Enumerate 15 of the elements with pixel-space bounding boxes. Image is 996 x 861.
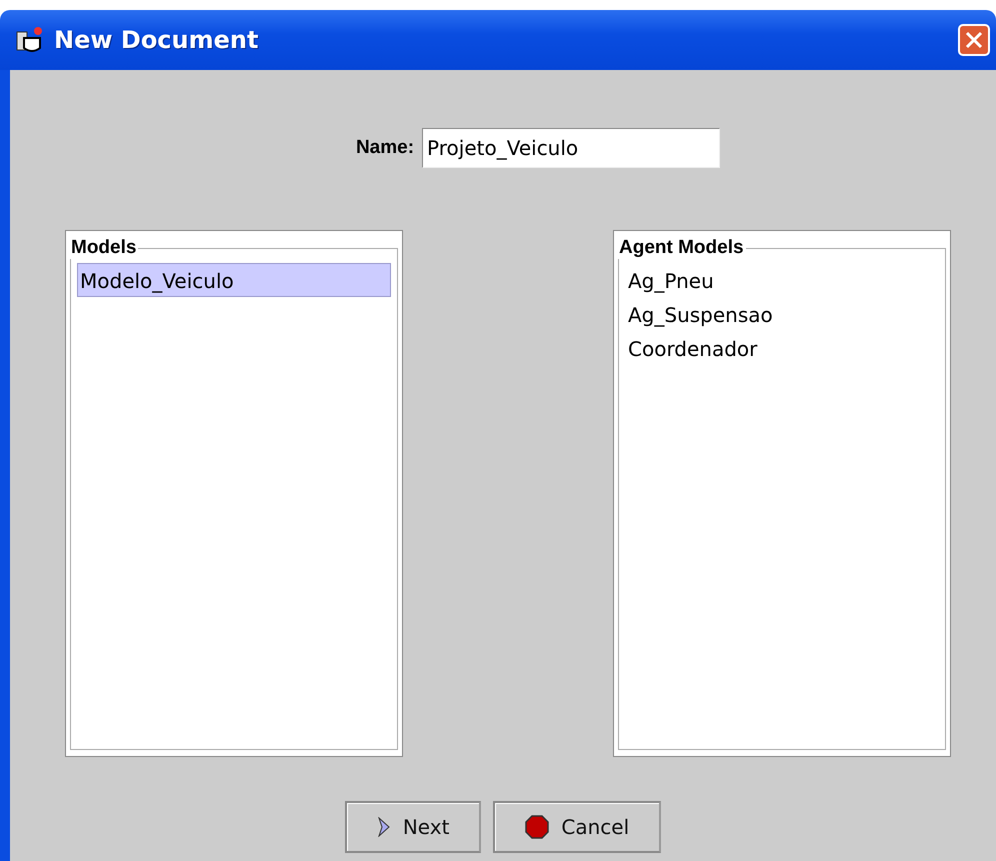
stop-icon [525,815,550,839]
list-item[interactable]: Coordenador [625,331,939,365]
close-icon [964,30,984,50]
window-title: New Document [54,26,260,54]
name-field[interactable]: Projeto_Veiculo [422,128,720,168]
list-item[interactable]: Modelo_Veiculo [77,263,391,297]
list-item[interactable]: Ag_Suspensao [625,297,939,331]
cancel-button[interactable]: Cancel [493,801,662,853]
list-item[interactable]: Ag_Pneu [625,263,939,297]
chevron-icon [376,817,391,837]
group-title: Models [70,237,138,259]
close-button[interactable] [958,24,990,56]
next-button[interactable]: Next [344,801,482,853]
group-title: Agent Models [618,237,745,259]
field-label: Name: [356,137,414,159]
